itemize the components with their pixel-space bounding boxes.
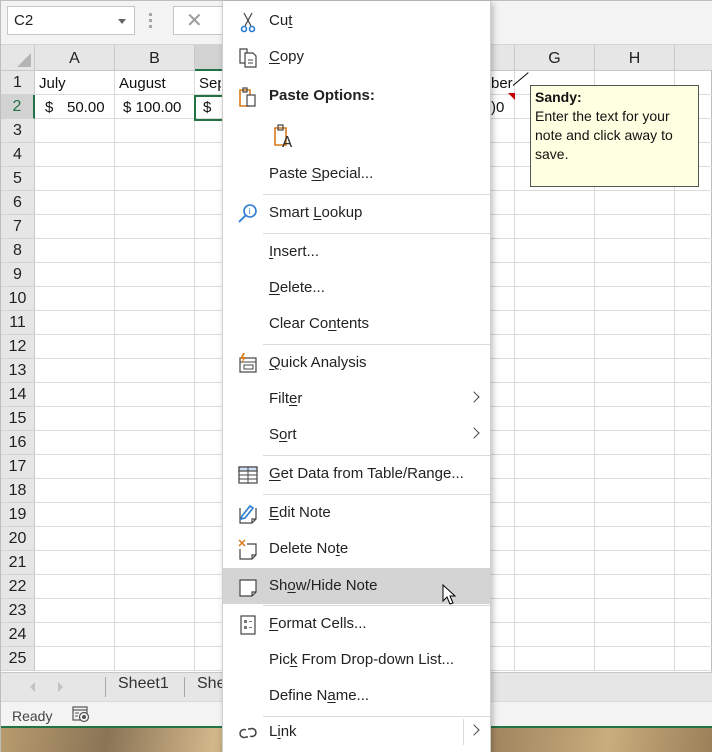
cell-b2[interactable]: $ 100.00 — [123, 99, 181, 116]
macro-recording-icon[interactable] — [72, 706, 90, 723]
row-header-6[interactable]: 6 — [1, 191, 35, 215]
cell-b1[interactable]: August — [119, 75, 166, 92]
paste-text-only-icon: A — [274, 124, 293, 149]
cell-f1[interactable]: ber — [491, 75, 513, 92]
menu-item-quick-analysis[interactable]: Quick Analysis — [223, 345, 490, 381]
row-header-19[interactable]: 19 — [1, 503, 35, 527]
menu-item-get-data[interactable]: Get Data from Table/Range... — [223, 456, 490, 492]
gridline-column — [194, 71, 195, 671]
scroll-tabs-right-icon[interactable] — [58, 682, 63, 692]
edit-note-icon — [239, 504, 257, 524]
row-header-13[interactable]: 13 — [1, 359, 35, 383]
scroll-tabs-left-icon[interactable] — [30, 682, 35, 692]
column-header-i[interactable] — [675, 45, 712, 71]
row-header-4[interactable]: 4 — [1, 143, 35, 167]
show-hide-note-icon — [239, 579, 257, 597]
sheet-tab-sheet1[interactable]: Sheet1 — [118, 675, 169, 693]
delete-note-icon — [238, 539, 257, 560]
row-header-21[interactable]: 21 — [1, 551, 35, 575]
select-all-button[interactable] — [1, 45, 35, 71]
row-header-5[interactable]: 5 — [1, 167, 35, 191]
note-indicator-icon — [508, 93, 515, 100]
format-cells-icon — [240, 615, 256, 635]
row-header-7[interactable]: 7 — [1, 215, 35, 239]
row-header-12[interactable]: 12 — [1, 335, 35, 359]
mouse-pointer-icon — [442, 584, 456, 605]
menu-item-paste-special[interactable]: Paste Special... — [223, 156, 490, 192]
row-header-9[interactable]: 9 — [1, 263, 35, 287]
quick-analysis-icon — [239, 353, 257, 373]
gridline-column — [114, 71, 115, 671]
chevron-down-icon[interactable] — [118, 19, 126, 24]
row-header-18[interactable]: 18 — [1, 479, 35, 503]
cell-f2[interactable]: )0 — [491, 99, 504, 116]
row-header-3[interactable]: 3 — [1, 119, 35, 143]
row-header-22[interactable]: 22 — [1, 575, 35, 599]
row-header-2[interactable]: 2 — [1, 95, 35, 119]
tab-divider — [184, 677, 185, 697]
menu-item-link[interactable]: Link — [223, 714, 490, 750]
tab-divider — [105, 677, 106, 697]
column-header-g[interactable]: G — [515, 45, 595, 71]
paste-icon — [239, 87, 256, 107]
name-box[interactable]: C2 — [7, 6, 135, 35]
note-connector-line — [512, 72, 529, 86]
gridline-column — [514, 71, 515, 671]
row-header-10[interactable]: 10 — [1, 287, 35, 311]
menu-item-clear-contents[interactable]: Clear Contents — [223, 306, 490, 342]
row-header-25[interactable]: 25 — [1, 647, 35, 671]
paste-keep-text-only-button[interactable]: A — [223, 115, 490, 157]
column-header-b[interactable]: B — [115, 45, 195, 71]
menu-item-delete[interactable]: Delete... — [223, 270, 490, 306]
menu-item-delete-note[interactable]: Delete Note — [223, 531, 490, 567]
menu-item-format-cells[interactable]: Format Cells... — [223, 606, 490, 642]
cell-c1[interactable]: Sep — [199, 75, 221, 92]
column-header-a[interactable]: A — [35, 45, 115, 71]
row-header-16[interactable]: 16 — [1, 431, 35, 455]
table-icon — [238, 466, 258, 484]
row-header-15[interactable]: 15 — [1, 407, 35, 431]
close-icon: ✕ — [186, 10, 203, 32]
menu-item-edit-note[interactable]: Edit Note — [223, 495, 490, 531]
menu-item-copy[interactable]: Copy — [223, 39, 490, 75]
cell-a1[interactable]: July — [39, 75, 66, 92]
menu-item-pick-from-list[interactable]: Pick From Drop-down List... — [223, 642, 490, 678]
link-icon — [239, 727, 257, 739]
svg-text:i: i — [249, 207, 251, 216]
row-header-17[interactable]: 17 — [1, 455, 35, 479]
menu-item-define-name[interactable]: Define Name... — [223, 678, 490, 714]
note-author: Sandy: — [535, 89, 582, 105]
scissors-icon — [240, 12, 256, 33]
menu-item-filter[interactable]: Filter — [223, 381, 490, 417]
chevron-right-icon — [468, 391, 480, 403]
menu-item-insert[interactable]: Insert... — [223, 234, 490, 270]
chevron-right-icon — [468, 427, 480, 439]
status-ready: Ready — [12, 708, 53, 724]
row-header-1[interactable]: 1 — [1, 71, 35, 95]
formula-bar-grip-icon[interactable] — [149, 13, 153, 29]
cell-note[interactable]: Sandy: Enter the text for your note and … — [530, 85, 699, 187]
split-button-divider — [463, 719, 464, 745]
context-menu: Cut Copy Paste Options: A Paste Special.… — [222, 1, 491, 752]
chevron-right-icon[interactable] — [468, 724, 480, 736]
row-header-23[interactable]: 23 — [1, 599, 35, 623]
row-header-11[interactable]: 11 — [1, 311, 35, 335]
copy-icon — [239, 48, 257, 68]
menu-item-smart-lookup[interactable]: i Smart Lookup — [223, 195, 490, 231]
name-box-value: C2 — [14, 12, 34, 29]
paste-options-header: Paste Options: — [223, 78, 490, 114]
cell-a2-currency: $ — [45, 99, 54, 116]
row-header-8[interactable]: 8 — [1, 239, 35, 263]
menu-item-cut[interactable]: Cut — [223, 3, 490, 39]
smart-lookup-icon: i — [238, 204, 257, 223]
row-header-24[interactable]: 24 — [1, 623, 35, 647]
svg-text:A: A — [282, 133, 293, 149]
row-header-20[interactable]: 20 — [1, 527, 35, 551]
menu-item-sort[interactable]: Sort — [223, 417, 490, 453]
excel-window: C2 ✕ A B C D E F G H 1234567891011121314… — [0, 0, 712, 752]
row-header-14[interactable]: 14 — [1, 383, 35, 407]
cell-a2[interactable]: 50.00 — [67, 99, 105, 116]
note-text: Enter the text for your note and click a… — [535, 108, 673, 162]
column-header-h[interactable]: H — [595, 45, 675, 71]
